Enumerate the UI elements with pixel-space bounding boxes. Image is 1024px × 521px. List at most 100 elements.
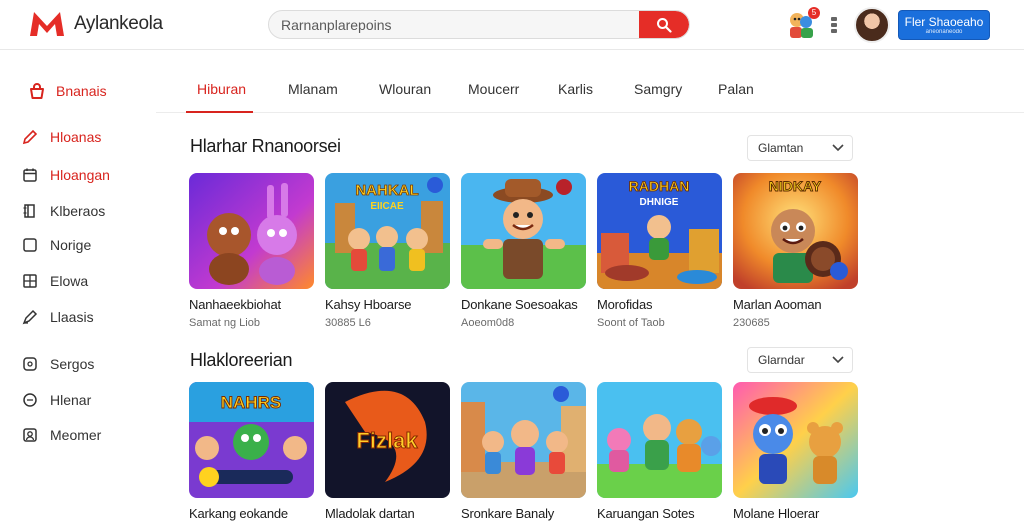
sort-dropdown[interactable]: Glamtan [747, 135, 853, 161]
game-title[interactable]: Molane Hloerar [733, 506, 858, 521]
app-logo-icon[interactable] [28, 8, 66, 40]
sidebar-item-hloanas[interactable]: Hloanas [22, 127, 101, 147]
circle-icon [23, 393, 37, 407]
game-card[interactable]: Molane Hloerar [733, 382, 858, 521]
sidebar-heading[interactable]: Bnanais [28, 81, 107, 101]
sidebar-item-meomer[interactable]: Meomer [22, 425, 101, 445]
game-thumbnail[interactable] [189, 173, 314, 289]
category-tabs: Hiburan Mlanam Wlouran Moucerr Karlis Sa… [156, 51, 1024, 113]
sidebar-item-label: Llaasis [50, 309, 94, 325]
sidebar: Bnanais Hloanas Hloangan Klberaos Norige… [0, 51, 156, 512]
game-meta: Soont of Taob [597, 317, 665, 329]
game-title[interactable]: Karkang eokande [189, 506, 314, 521]
thumbnail-subtitle: DHNIGE [640, 197, 679, 208]
sidebar-item-elowa[interactable]: Elowa [22, 271, 88, 291]
square-icon [23, 238, 37, 252]
game-card[interactable]: Sronkare Banaly [461, 382, 586, 521]
app-name[interactable]: Aylankeola [74, 13, 163, 35]
signin-label: Fler Shaoeaho [904, 15, 984, 29]
game-title[interactable]: Morofidas [597, 297, 722, 312]
game-title[interactable]: Sronkare Banaly [461, 506, 586, 521]
thumbnail-title: NAHKAL [355, 182, 418, 199]
pen-icon [22, 309, 38, 325]
game-card[interactable]: Karuangan Sotes [597, 382, 722, 521]
game-thumbnail[interactable] [461, 173, 586, 289]
game-title[interactable]: Donkane Soesoakas [461, 297, 586, 312]
game-meta: 30885 L6 [325, 317, 371, 329]
more-options-icon[interactable] [828, 14, 840, 36]
pencil-icon [22, 129, 38, 145]
sort-dropdown[interactable]: Glarndar [747, 347, 853, 373]
game-meta: Samat ng Liob [189, 317, 260, 329]
sidebar-item-sergos[interactable]: Sergos [22, 354, 94, 374]
sort-dropdown-value: Glamtan [758, 141, 804, 155]
sidebar-item-hlenar[interactable]: Hlenar [22, 390, 91, 410]
gear-square-icon [23, 357, 37, 371]
section-title: Hlarhar Rnanoorsei [190, 136, 341, 156]
section-title: Hlakloreerian [190, 350, 293, 370]
game-card[interactable]: Donkane Soesoakas Aoeom0d8 [461, 173, 586, 329]
tab-karlis[interactable]: Karlis [558, 81, 593, 97]
thumbnail-title: NIDKAY [769, 178, 822, 194]
game-card[interactable]: Fizlak Mladolak dartan [325, 382, 450, 521]
tab-moucerr[interactable]: Moucerr [468, 81, 519, 97]
game-thumbnail[interactable] [733, 382, 858, 498]
game-card[interactable]: NAHKAL EIICAE Kahsy Hboarse 30885 L6 [325, 173, 450, 329]
game-title[interactable]: Mladolak dartan [325, 506, 450, 521]
sidebar-item-label: Hloangan [50, 167, 110, 183]
game-card[interactable]: NAHRS Karkang eokande [189, 382, 314, 521]
tab-hiburan[interactable]: Hiburan [197, 81, 246, 97]
game-title[interactable]: Marlan Aooman [733, 297, 858, 312]
game-thumbnail[interactable]: NAHKAL EIICAE [325, 173, 450, 289]
search-bar [268, 10, 690, 39]
sidebar-item-label: Hlenar [50, 392, 92, 408]
calendar-icon [23, 168, 37, 182]
sidebar-item-norige[interactable]: Norige [22, 235, 91, 255]
game-title[interactable]: Nanhaeekbiohat [189, 297, 314, 312]
active-tab-indicator [186, 111, 253, 113]
sidebar-item-label: Hloanas [50, 129, 102, 145]
grid-icon [23, 274, 37, 288]
sidebar-heading-label: Bnanais [56, 83, 107, 99]
chevron-down-icon [832, 356, 844, 364]
sidebar-item-label: Klberaos [50, 203, 106, 219]
tab-wlouran[interactable]: Wlouran [379, 81, 431, 97]
search-icon [657, 17, 672, 33]
game-thumbnail[interactable] [461, 382, 586, 498]
user-box-icon [23, 428, 37, 442]
sidebar-item-klberaos[interactable]: Klberaos [22, 201, 105, 221]
game-card[interactable]: RADHAN DHNIGE Morofidas Soont of Taob [597, 173, 722, 329]
game-title[interactable]: Karuangan Sotes [597, 506, 722, 521]
bag-icon [30, 83, 44, 99]
notification-badge: 5 [808, 7, 820, 19]
thumbnail-title: NAHRS [221, 393, 281, 412]
game-meta: 230685 [733, 317, 770, 329]
book-icon [23, 204, 35, 218]
search-input[interactable] [269, 11, 641, 38]
sidebar-item-llaasis[interactable]: Llaasis [22, 307, 94, 327]
sidebar-item-hloangan[interactable]: Hloangan [22, 165, 110, 185]
chevron-down-icon [832, 144, 844, 152]
game-thumbnail[interactable]: RADHAN DHNIGE [597, 173, 722, 289]
sidebar-item-label: Elowa [50, 273, 89, 289]
game-meta: Aoeom0d8 [461, 317, 515, 329]
game-thumbnail[interactable]: NAHRS [189, 382, 314, 498]
game-thumbnail[interactable] [597, 382, 722, 498]
sidebar-item-label: Meomer [50, 427, 102, 443]
signin-button[interactable]: Fler Shaoeaho aneonaneodo [898, 10, 990, 40]
tab-mlanam[interactable]: Mlanam [288, 81, 338, 97]
sort-dropdown-value: Glarndar [758, 353, 805, 367]
game-card[interactable]: NIDKAY Marlan Aooman 230685 [733, 173, 858, 329]
thumbnail-title: RADHAN [629, 178, 690, 194]
game-thumbnail[interactable]: NIDKAY [733, 173, 858, 289]
game-thumbnail[interactable]: Fizlak [325, 382, 450, 498]
search-button[interactable] [639, 11, 689, 38]
thumbnail-title: Fizlak [356, 428, 418, 453]
game-title[interactable]: Kahsy Hboarse [325, 297, 450, 312]
tab-samgry[interactable]: Samgry [634, 81, 682, 97]
signin-sublabel: aneonaneodo [925, 29, 963, 35]
game-card[interactable]: Nanhaeekbiohat Samat ng Liob [189, 173, 314, 329]
avatar[interactable] [854, 7, 890, 43]
tab-palan[interactable]: Palan [718, 81, 754, 97]
sidebar-item-label: Norige [50, 237, 92, 253]
